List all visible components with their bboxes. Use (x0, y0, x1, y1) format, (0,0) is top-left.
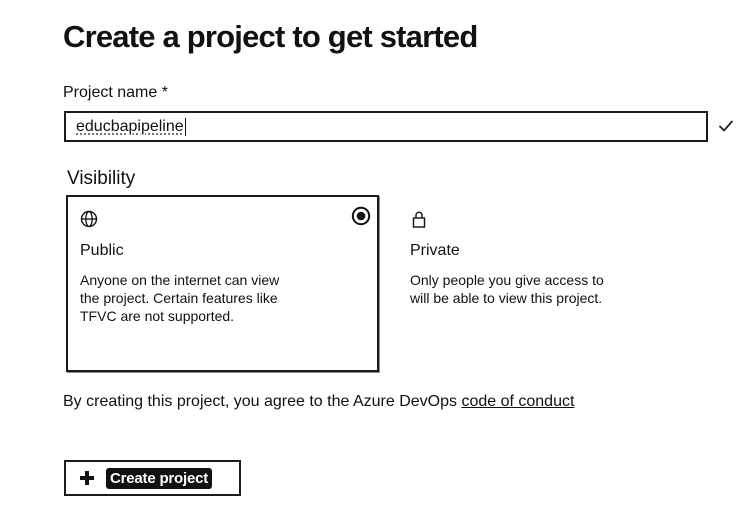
private-title: Private (410, 242, 460, 259)
project-name-input[interactable]: educbapipeline (64, 111, 708, 142)
visibility-option-public[interactable]: Public Anyone on the internet can view t… (66, 195, 379, 372)
public-title: Public (80, 242, 124, 259)
code-of-conduct-link[interactable]: code of conduct (461, 393, 574, 410)
agreement-prefix: By creating this project, you agree to t… (63, 393, 462, 410)
project-name-value: educbapipeline (76, 117, 184, 135)
create-project-button[interactable]: Create project (64, 460, 241, 496)
create-project-label: Create project (106, 467, 213, 489)
public-description: Anyone on the internet can view the proj… (80, 272, 280, 324)
radio-selected-icon[interactable] (351, 206, 371, 226)
agreement-text: By creating this project, you agree to t… (63, 393, 574, 411)
plus-icon (80, 471, 94, 485)
page-title: Create a project to get started (63, 19, 478, 54)
checkmark-icon (719, 120, 733, 132)
lock-icon (412, 211, 426, 228)
project-name-label: Project name * (63, 84, 168, 101)
globe-icon (80, 210, 98, 228)
visibility-option-private[interactable]: Private Only people you give access to w… (396, 195, 709, 372)
visibility-label: Visibility (67, 168, 136, 189)
private-description: Only people you give access to will be a… (410, 272, 604, 306)
text-caret (184, 117, 186, 136)
